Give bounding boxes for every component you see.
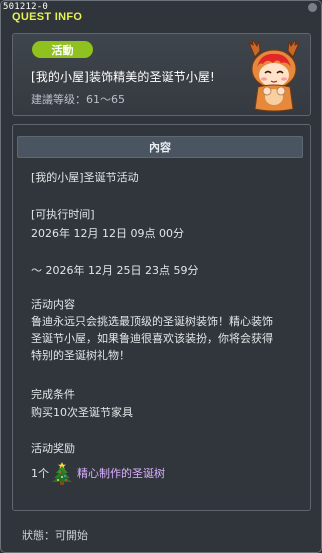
christmas-tree-icon — [52, 462, 72, 485]
reward-item-name: 精心制作的圣诞树 — [77, 467, 165, 480]
reward-item[interactable]: 1个 精心制作的圣诞树 — [31, 461, 165, 485]
npc-portrait-icon — [248, 38, 300, 112]
quest-event-name: [我的小屋]圣诞节活动 — [31, 171, 139, 184]
quest-content-panel: 內容 [我的小屋]圣诞节活动 [可执行时间] 2026年 12月 12日 09点… — [12, 124, 311, 511]
quest-info-window: 501212-0 QUEST INFO 活動 [我的小屋]装饰精美的圣诞节小屋!… — [0, 0, 322, 553]
reward-quantity: 1个 — [31, 467, 49, 480]
event-content-label: 活动内容 — [31, 298, 75, 311]
completion-condition: 购买10次圣诞节家具 — [31, 406, 133, 419]
quest-title: [我的小屋]装饰精美的圣诞节小屋! — [31, 70, 215, 84]
available-time-start: 2026年 12月 12日 09点 00分 — [31, 227, 184, 240]
window-title: QUEST INFO — [12, 11, 83, 23]
event-description-line-2: 圣诞节小屋，如果鲁迪很喜欢该装扮，你将会获得 — [31, 332, 273, 345]
completion-condition-label: 完成条件 — [31, 388, 75, 401]
event-description-line-1: 鲁迪永远只会挑选最顶级的圣诞树装饰！精心装饰 — [31, 315, 273, 328]
content-section-header: 內容 — [17, 136, 303, 158]
available-time-end: ～ 2026年 12月 25日 23点 59分 — [31, 264, 199, 277]
recommended-level: 建議等级：61～65 — [31, 93, 125, 106]
quest-header-panel: 活動 [我的小屋]装饰精美的圣诞节小屋! 建議等级：61～65 — [12, 33, 311, 116]
event-description-line-3: 特别的圣诞树礼物！ — [31, 349, 130, 362]
event-reward-label: 活动奖励 — [31, 442, 75, 455]
quest-status: 狀態：可開始 — [22, 529, 88, 542]
available-time-label: [可执行时间] — [31, 208, 95, 221]
category-badge: 活動 — [32, 41, 93, 58]
close-button[interactable] — [308, 3, 317, 12]
